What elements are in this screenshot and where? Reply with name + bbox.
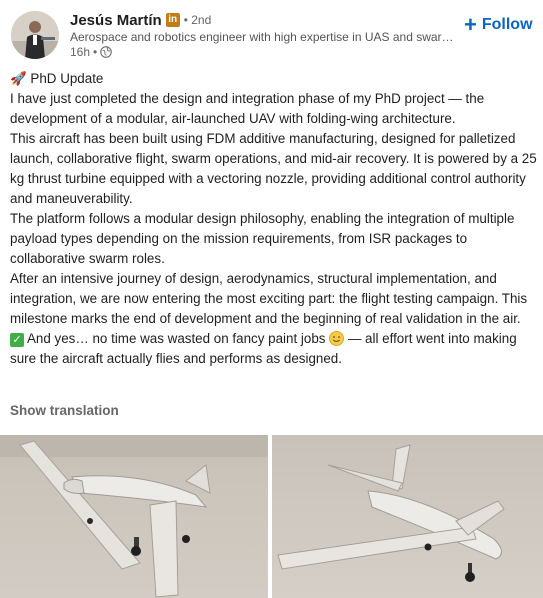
post-paragraph-1: I have just completed the design and int…: [10, 91, 485, 126]
globe-icon: [100, 46, 113, 58]
uav-photo-side: [272, 435, 543, 598]
check-mark-icon: ✓: [10, 333, 24, 347]
follow-button[interactable]: + Follow: [464, 12, 533, 38]
follow-label: Follow: [481, 16, 533, 33]
author-name[interactable]: Jesús Martín: [70, 12, 162, 29]
post-image-right[interactable]: [272, 435, 543, 598]
show-translation-link[interactable]: Show translation: [10, 403, 119, 418]
post-paragraph-2: This aircraft has been built using FDM a…: [10, 131, 537, 206]
author-headline[interactable]: Aerospace and robotics engineer with hig…: [70, 30, 462, 44]
post-image-left[interactable]: [0, 435, 268, 598]
uav-photo-front: [0, 435, 268, 598]
rocket-icon: 🚀: [10, 71, 27, 86]
connection-degree: • 2nd: [183, 13, 212, 27]
post-title: PhD Update: [30, 71, 104, 86]
post-paragraph-5a: And yes… no time was wasted on fancy pai…: [26, 331, 326, 346]
meta-separator: •: [93, 45, 98, 59]
post-paragraph-4: After an intensive journey of design, ae…: [10, 271, 528, 326]
profile-photo-icon: [11, 11, 59, 59]
smiling-face-icon: [329, 331, 345, 346]
linkedin-premium-icon: in: [165, 13, 180, 27]
author-avatar[interactable]: [11, 11, 59, 59]
post-meta: 16h •: [70, 45, 113, 59]
post-time: 16h: [70, 45, 91, 59]
post-paragraph-3: The platform follows a modular design ph…: [10, 211, 515, 266]
post-body: 🚀 PhD Update I have just completed the d…: [10, 69, 538, 369]
post-header: Jesús Martín in • 2nd Aerospace and robo…: [0, 0, 543, 68]
post-paragraph-5: ✓ And yes… no time was wasted on fancy p…: [10, 329, 538, 369]
author-name-row: Jesús Martín in • 2nd: [70, 10, 211, 30]
post-title-line: 🚀 PhD Update: [10, 69, 538, 89]
plus-icon: +: [464, 12, 477, 37]
